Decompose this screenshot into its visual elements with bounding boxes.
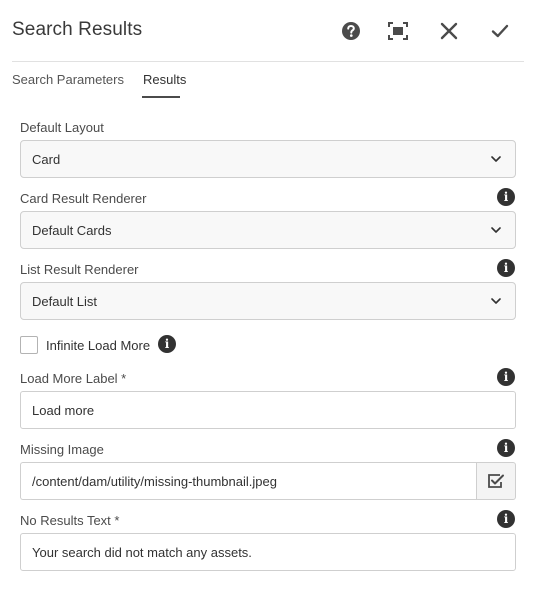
card-result-renderer-label: Card Result Renderer — [20, 191, 147, 206]
infinite-load-more-checkbox[interactable] — [20, 336, 38, 354]
help-button[interactable] — [336, 16, 366, 46]
check-icon — [491, 24, 509, 38]
load-more-label-input[interactable] — [20, 391, 516, 429]
missing-image-path-input[interactable] — [20, 462, 477, 500]
close-button[interactable] — [434, 16, 464, 46]
tab-search-parameters[interactable]: Search Parameters — [12, 72, 124, 87]
load-more-label-label: Load More Label * — [20, 371, 127, 386]
chevron-down-icon — [491, 298, 501, 304]
info-icon[interactable]: i — [497, 259, 515, 277]
tab-list: Search Parameters Results — [12, 62, 524, 98]
list-result-renderer-select[interactable]: Default List — [20, 282, 516, 320]
default-layout-value: Card — [32, 152, 61, 167]
chevron-down-icon — [491, 156, 501, 162]
fullscreen-icon — [388, 22, 408, 40]
chevron-down-icon — [491, 227, 501, 233]
missing-image-label: Missing Image — [20, 442, 104, 457]
default-layout-select[interactable]: Card — [20, 140, 516, 178]
no-results-text-label: No Results Text * — [20, 513, 120, 528]
no-results-text-input[interactable] — [20, 533, 516, 571]
info-icon[interactable]: i — [497, 368, 515, 386]
help-icon — [342, 22, 360, 40]
close-icon — [440, 22, 458, 40]
infinite-load-more-label: Infinite Load More — [46, 338, 151, 353]
list-result-renderer-label: List Result Renderer — [20, 262, 139, 277]
active-tab-indicator — [142, 96, 180, 98]
card-result-renderer-select[interactable]: Default Cards — [20, 211, 516, 249]
fullscreen-button[interactable] — [383, 16, 413, 46]
select-checkbox-icon — [488, 474, 504, 488]
dialog-title: Search Results — [12, 19, 143, 40]
done-button[interactable] — [485, 16, 515, 46]
card-result-renderer-value: Default Cards — [32, 223, 112, 238]
missing-image-picker-button[interactable] — [476, 462, 516, 500]
tab-results[interactable]: Results — [143, 72, 186, 87]
dialog-header: Search Results — [0, 0, 536, 62]
default-layout-label: Default Layout — [20, 120, 104, 135]
info-icon[interactable]: i — [158, 335, 176, 353]
info-icon[interactable]: i — [497, 510, 515, 528]
info-icon[interactable]: i — [497, 188, 515, 206]
info-icon[interactable]: i — [497, 439, 515, 457]
list-result-renderer-value: Default List — [32, 294, 98, 309]
